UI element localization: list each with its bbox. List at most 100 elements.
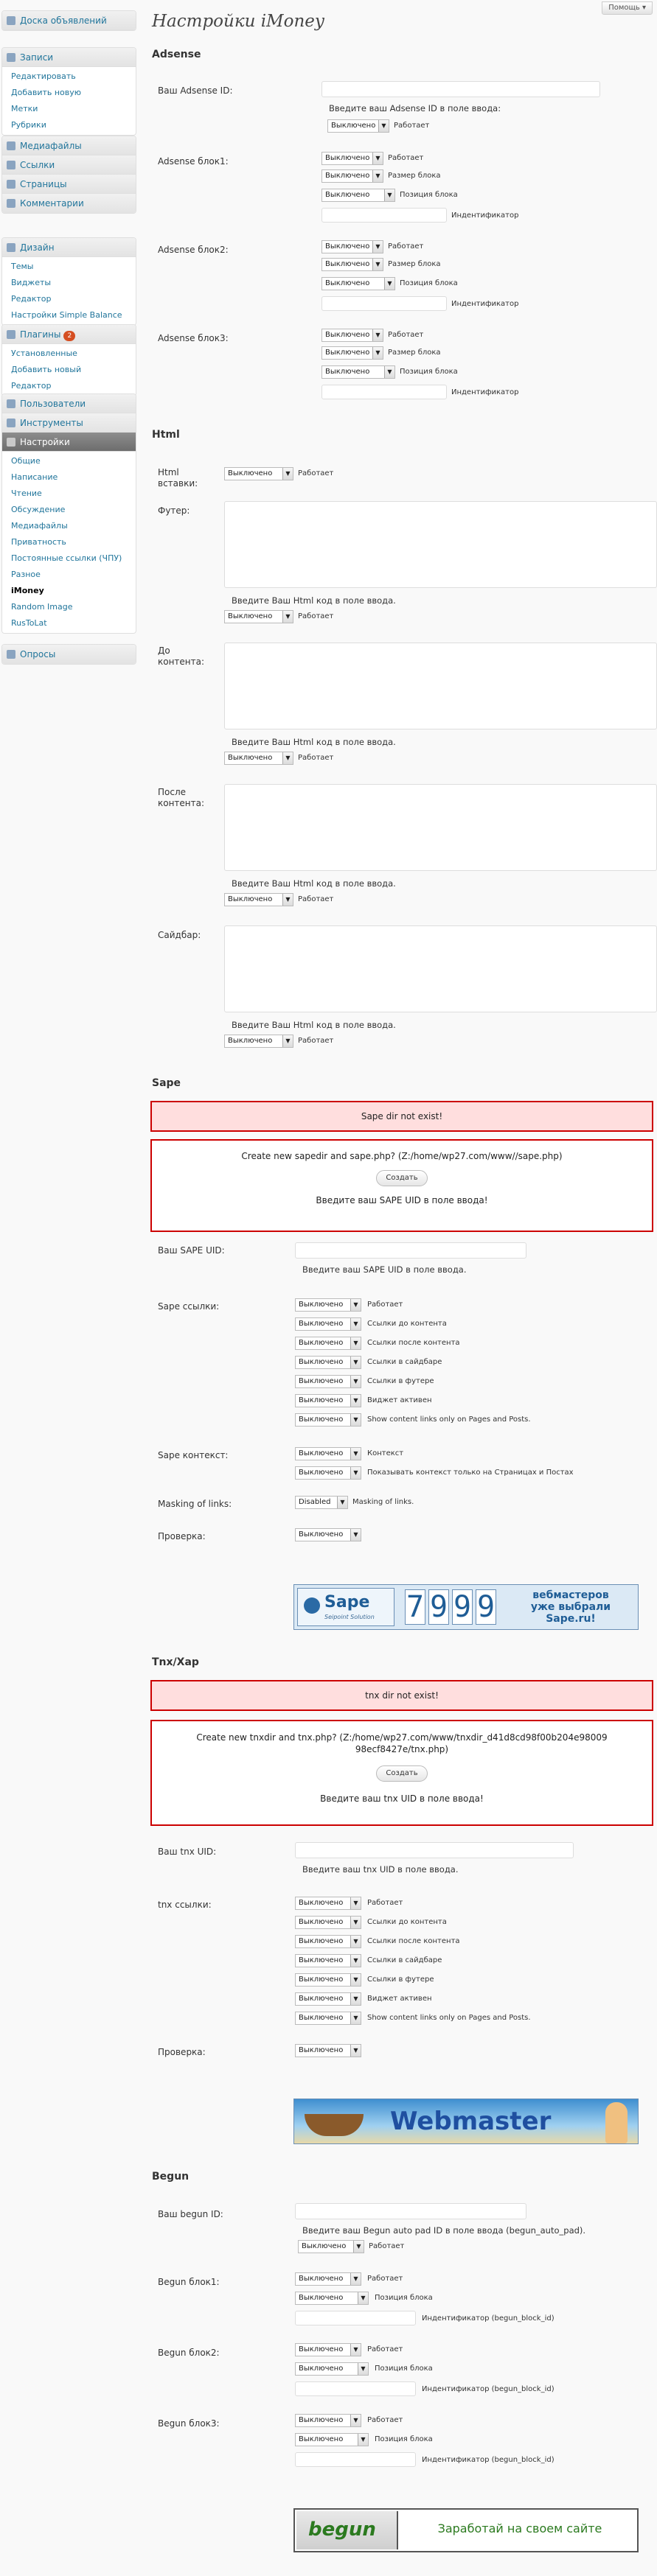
sape-banner[interactable]: Sape Seipoint Solution 7 9 9 9 вебмастер… bbox=[293, 1584, 639, 1630]
tnx-links-select-4[interactable]: Выключено ▼ bbox=[295, 1954, 361, 1967]
tnx-links-select-2[interactable]: Выключено ▼ bbox=[295, 1916, 361, 1929]
menu-links[interactable]: Ссылки bbox=[2, 155, 136, 175]
menu-pages[interactable]: Страницы bbox=[2, 175, 136, 194]
adsense-block2-id-input[interactable] bbox=[321, 296, 447, 311]
adsense-block2-works-select[interactable]: Выключено ▼ bbox=[321, 240, 383, 253]
sape-uid-input[interactable] bbox=[295, 1242, 526, 1259]
adsense-block3-size-select[interactable]: Выключено ▼ bbox=[321, 346, 383, 360]
submenu-add-plugin[interactable]: Добавить новый bbox=[2, 362, 136, 378]
submenu-media-settings[interactable]: Медиафайлы bbox=[2, 518, 136, 534]
html-before-select[interactable]: Выключено ▼ bbox=[224, 752, 293, 765]
html-footer-textarea[interactable] bbox=[224, 501, 657, 588]
begun-block2-pos-select[interactable]: Выключено ▼ bbox=[295, 2362, 369, 2376]
submenu-categories[interactable]: Рубрики bbox=[2, 117, 136, 133]
adsense-block2-size-select[interactable]: Выключено ▼ bbox=[321, 258, 383, 271]
sape-links-select-5[interactable]: Выключено ▼ bbox=[295, 1375, 361, 1388]
submenu-plugin-editor[interactable]: Редактор bbox=[2, 378, 136, 394]
submenu-rustolat[interactable]: RusToLat bbox=[2, 615, 136, 631]
chevron-down-icon: ▼ bbox=[350, 1936, 361, 1947]
begun-block2-works-select[interactable]: Выключено ▼ bbox=[295, 2343, 361, 2356]
tnx-links-select-6[interactable]: Выключено ▼ bbox=[295, 1992, 361, 2006]
submenu-simple-balance[interactable]: Настройки Simple Balance bbox=[2, 307, 136, 323]
menu-polls[interactable]: Опросы bbox=[2, 645, 136, 664]
help-button[interactable]: Помощь ▾ bbox=[602, 1, 653, 15]
adsense-block3-pos-label: Позиция блока bbox=[400, 368, 458, 376]
begun-id-input[interactable] bbox=[295, 2203, 526, 2219]
submenu-random-image[interactable]: Random Image bbox=[2, 599, 136, 615]
submenu-tags[interactable]: Метки bbox=[2, 101, 136, 117]
adsense-block1-pos-select[interactable]: Выключено ▼ bbox=[321, 189, 395, 202]
sape-links-select-1[interactable]: Выключено ▼ bbox=[295, 1298, 361, 1312]
tnx-links-select-5[interactable]: Выключено ▼ bbox=[295, 1973, 361, 1987]
begun-block1-pos-select[interactable]: Выключено ▼ bbox=[295, 2292, 369, 2305]
sape-links-select-2[interactable]: Выключено ▼ bbox=[295, 1317, 361, 1331]
html-footer-select[interactable]: Выключено ▼ bbox=[224, 610, 293, 623]
menu-plugins-head[interactable]: Плагины 2 bbox=[2, 325, 136, 344]
adsense-block3-pos-select[interactable]: Выключено ▼ bbox=[321, 365, 395, 379]
sape-links-select-6[interactable]: Выключено ▼ bbox=[295, 1394, 361, 1407]
begun-banner[interactable]: begun Заработай на своем сайте bbox=[293, 2508, 639, 2552]
tnx-create-button[interactable]: Создать bbox=[376, 1765, 428, 1782]
submenu-installed-plugins[interactable]: Установленные bbox=[2, 346, 136, 362]
submenu-privacy[interactable]: Приватность bbox=[2, 534, 136, 550]
submenu-add-post[interactable]: Добавить новую bbox=[2, 85, 136, 101]
adsense-block1-works-select[interactable]: Выключено ▼ bbox=[321, 152, 383, 165]
submenu-edit-posts[interactable]: Редактировать bbox=[2, 69, 136, 85]
submenu-themes[interactable]: Темы bbox=[2, 259, 136, 275]
html-inserts-select[interactable]: Выключено ▼ bbox=[224, 467, 293, 480]
sape-links-select-3[interactable]: Выключено ▼ bbox=[295, 1337, 361, 1350]
adsense-block3-works-select[interactable]: Выключено ▼ bbox=[321, 329, 383, 342]
sape-context-select-1[interactable]: Выключено ▼ bbox=[295, 1447, 361, 1460]
menu-media[interactable]: Медиафайлы bbox=[2, 136, 136, 155]
menu-posts-head[interactable]: Записи bbox=[2, 48, 136, 67]
begun-block3-id-input[interactable] bbox=[295, 2452, 416, 2467]
adsense-block1-id-input[interactable] bbox=[321, 208, 447, 223]
sape-context-select-2[interactable]: Выключено ▼ bbox=[295, 1466, 361, 1480]
webmaster-banner[interactable]: Webmaster bbox=[293, 2099, 639, 2144]
html-sidebar-label: Сайдбар: bbox=[158, 930, 201, 940]
adsense-block2-pos-select[interactable]: Выключено ▼ bbox=[321, 277, 395, 290]
menu-tools[interactable]: Инструменты bbox=[2, 413, 136, 433]
html-sidebar-textarea[interactable] bbox=[224, 925, 657, 1012]
html-after-textarea[interactable] bbox=[224, 784, 657, 871]
menu-users[interactable]: Пользователи bbox=[2, 394, 136, 413]
chevron-down-icon: ▼ bbox=[350, 1897, 361, 1909]
submenu-writing[interactable]: Написание bbox=[2, 469, 136, 486]
tnx-links-select-7[interactable]: Выключено ▼ bbox=[295, 2012, 361, 2025]
sape-create-button[interactable]: Создать bbox=[376, 1170, 428, 1186]
adsense-block3-id-input[interactable] bbox=[321, 385, 447, 399]
menu-dashboard-head[interactable]: Доска объявлений bbox=[2, 11, 136, 30]
adsense-id-input[interactable] bbox=[321, 81, 600, 97]
html-before-textarea[interactable] bbox=[224, 643, 657, 729]
submenu-theme-editor[interactable]: Редактор bbox=[2, 291, 136, 307]
html-after-select[interactable]: Выключено ▼ bbox=[224, 893, 293, 906]
submenu-imoney[interactable]: iMoney bbox=[2, 583, 136, 599]
begun-block2-id-input[interactable] bbox=[295, 2381, 416, 2396]
sape-check-select[interactable]: Выключено ▼ bbox=[295, 1528, 361, 1541]
submenu-discussion[interactable]: Обсуждение bbox=[2, 502, 136, 518]
tnx-links-select-3[interactable]: Выключено ▼ bbox=[295, 1935, 361, 1948]
submenu-general[interactable]: Общие bbox=[2, 453, 136, 469]
submenu-reading[interactable]: Чтение bbox=[2, 486, 136, 502]
adsense-enabled-select[interactable]: Выключено ▼ bbox=[327, 119, 389, 133]
submenu-permalinks[interactable]: Постоянные ссылки (ЧПУ) bbox=[2, 550, 136, 567]
sape-links-select-4[interactable]: Выключено ▼ bbox=[295, 1356, 361, 1369]
begun-block3-works-select[interactable]: Выключено ▼ bbox=[295, 2414, 361, 2427]
sape-links-select-7[interactable]: Выключено ▼ bbox=[295, 1413, 361, 1427]
begun-block1-id-input[interactable] bbox=[295, 2311, 416, 2325]
menu-comments[interactable]: Комментарии bbox=[2, 194, 136, 213]
tnx-links-select-1[interactable]: Выключено ▼ bbox=[295, 1897, 361, 1910]
sape-masking-select[interactable]: Disabled ▼ bbox=[295, 1496, 348, 1509]
submenu-widgets[interactable]: Виджеты bbox=[2, 275, 136, 291]
menu-design-head[interactable]: Дизайн bbox=[2, 238, 136, 257]
begun-block3-pos-select[interactable]: Выключено ▼ bbox=[295, 2433, 369, 2446]
tnx-check-select[interactable]: Выключено ▼ bbox=[295, 2044, 361, 2057]
begun-enabled-select[interactable]: Выключено ▼ bbox=[298, 2240, 364, 2253]
menu-settings[interactable]: Настройки bbox=[2, 433, 136, 452]
html-sidebar-select[interactable]: Выключено ▼ bbox=[224, 1035, 293, 1048]
adsense-block1-size-select[interactable]: Выключено ▼ bbox=[321, 169, 383, 183]
begun-block1-works-select[interactable]: Выключено ▼ bbox=[295, 2272, 361, 2286]
submenu-misc[interactable]: Разное bbox=[2, 567, 136, 583]
menu-dashboard[interactable]: Доска объявлений bbox=[1, 10, 136, 31]
tnx-uid-input[interactable] bbox=[295, 1842, 574, 1858]
